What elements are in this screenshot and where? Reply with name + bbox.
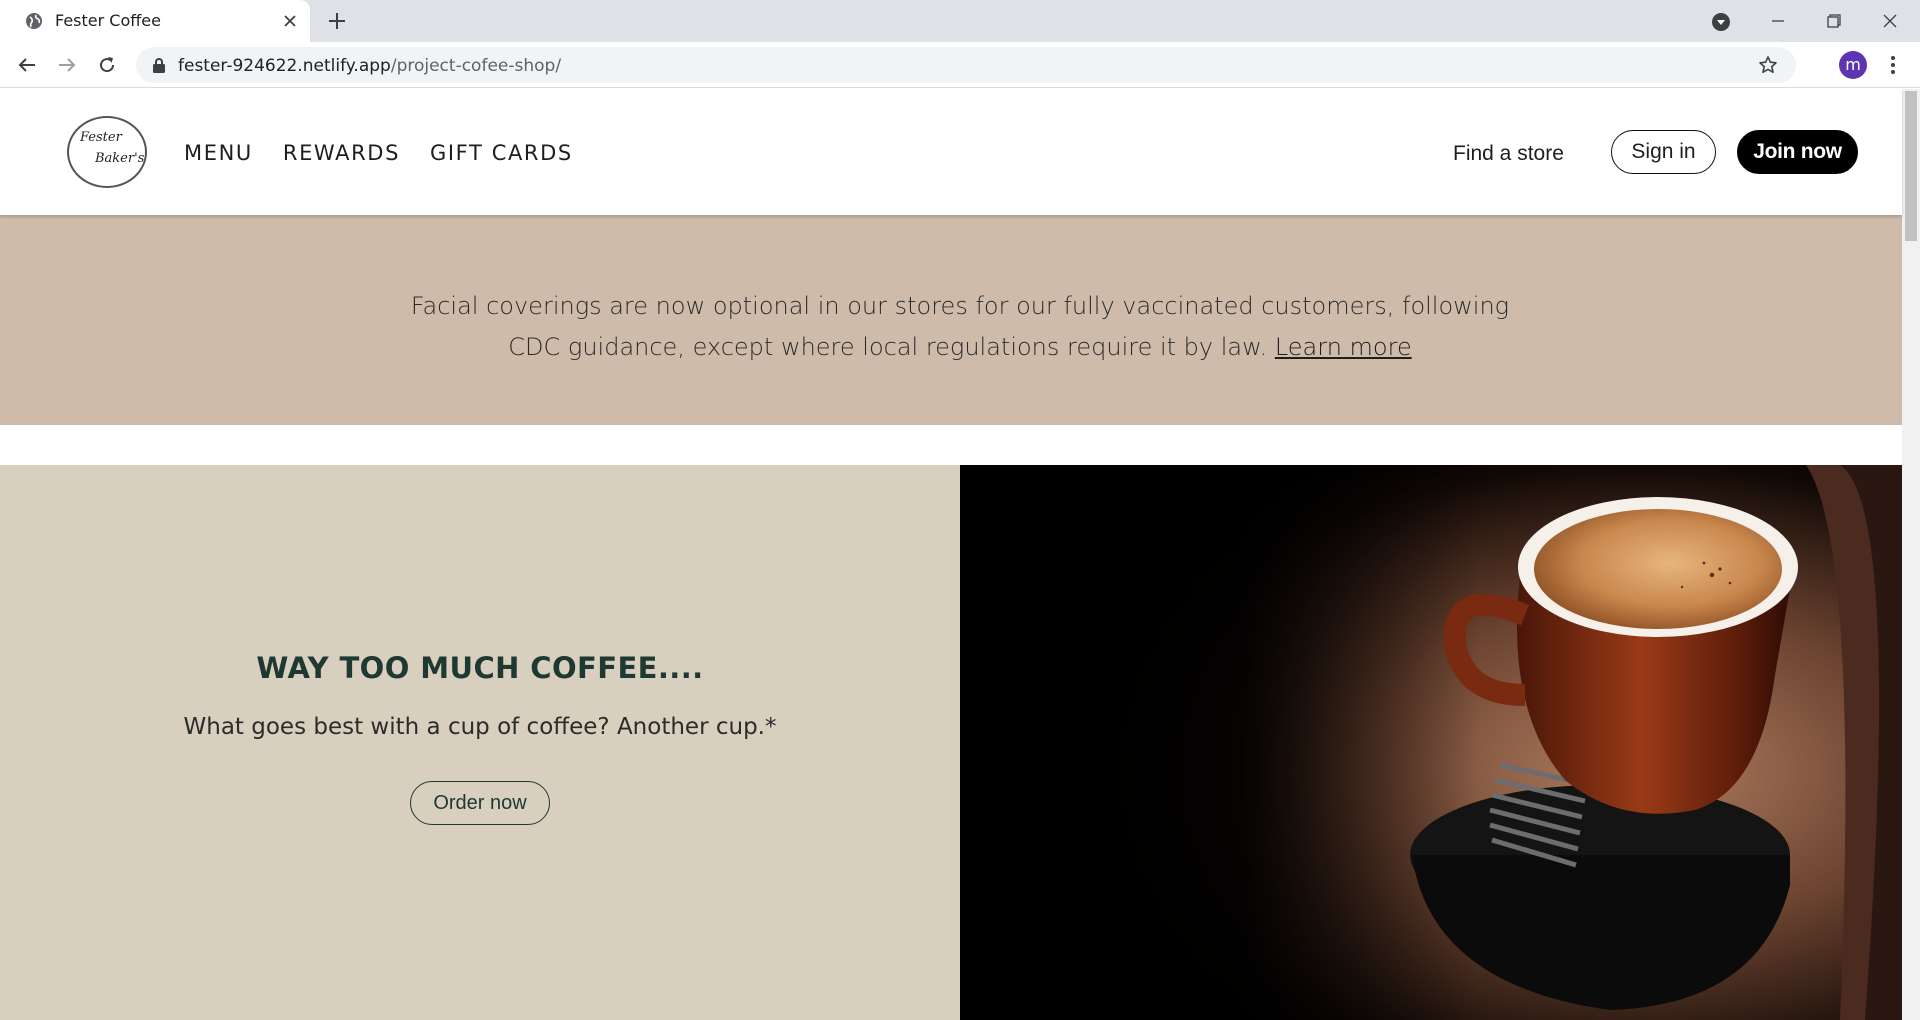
- url-text: fester-924622.netlify.app/project-cofee-…: [178, 56, 561, 76]
- nav-menu[interactable]: MENU: [184, 141, 253, 165]
- lock-icon[interactable]: [152, 57, 166, 73]
- back-arrow-icon: [18, 58, 35, 72]
- url-path: /project-cofee-shop/: [390, 56, 562, 76]
- browser-tabbar: Fester Coffee: [0, 0, 1920, 42]
- hero-coffee-image: [960, 465, 1902, 1020]
- coffee-cup-illustration: [960, 465, 1902, 1020]
- hero-title: WAY TOO MUCH COFFEE....: [256, 651, 704, 685]
- minimize-icon: [1772, 20, 1784, 22]
- tab-search-icon[interactable]: [1710, 11, 1732, 33]
- nav-rewards[interactable]: REWARDS: [283, 141, 400, 165]
- reload-button[interactable]: [94, 52, 120, 78]
- notice-text-block: Facial coverings are now optional in our…: [400, 286, 1520, 368]
- new-tab-icon[interactable]: [326, 10, 348, 32]
- scrollbar-thumb[interactable]: [1905, 91, 1917, 241]
- nav-gift-cards[interactable]: GIFT CARDS: [430, 141, 573, 165]
- tab-title: Fester Coffee: [55, 11, 161, 30]
- sign-in-button[interactable]: Sign in: [1611, 130, 1716, 174]
- bookmark-star-icon[interactable]: [1758, 55, 1778, 75]
- close-window-button[interactable]: [1862, 0, 1918, 42]
- browser-menu-icon[interactable]: [1885, 52, 1901, 78]
- order-now-button[interactable]: Order now: [410, 781, 550, 825]
- main-nav: MENU REWARDS GIFT CARDS: [184, 141, 573, 165]
- url-host: fester-924622.netlify.app: [178, 56, 391, 76]
- reload-icon: [100, 57, 115, 73]
- logo-text-line2: Baker's: [95, 151, 145, 166]
- back-button[interactable]: [14, 52, 40, 78]
- hero-text-panel: WAY TOO MUCH COFFEE.... What goes best w…: [0, 465, 960, 1020]
- join-now-button[interactable]: Join now: [1737, 130, 1858, 174]
- restore-button[interactable]: [1806, 0, 1862, 42]
- learn-more-link[interactable]: Learn more: [1275, 333, 1412, 361]
- page-viewport: Fester Baker's MENU REWARDS GIFT CARDS F…: [0, 89, 1920, 1020]
- forward-arrow-icon: [59, 58, 76, 72]
- browser-tab[interactable]: Fester Coffee: [0, 0, 310, 42]
- find-store-link[interactable]: Find a store: [1453, 142, 1564, 166]
- browser-toolbar: fester-924622.netlify.app/project-cofee-…: [0, 42, 1920, 88]
- notice-banner: Facial coverings are now optional in our…: [0, 215, 1902, 425]
- close-icon: [1883, 14, 1897, 28]
- profile-avatar[interactable]: m: [1839, 51, 1867, 79]
- page-scrollbar[interactable]: [1902, 89, 1920, 1020]
- logo-text-line1: Fester: [80, 130, 122, 145]
- hero-subtitle: What goes best with a cup of coffee? Ano…: [183, 714, 777, 740]
- close-tab-icon[interactable]: [280, 11, 300, 31]
- restore-icon: [1827, 14, 1841, 28]
- address-bar[interactable]: fester-924622.netlify.app/project-cofee-…: [136, 47, 1796, 83]
- forward-button[interactable]: [54, 52, 80, 78]
- globe-icon: [26, 13, 42, 29]
- site-logo[interactable]: Fester Baker's: [67, 116, 147, 188]
- site-header: Fester Baker's MENU REWARDS GIFT CARDS F…: [0, 89, 1902, 215]
- minimize-button[interactable]: [1750, 0, 1806, 42]
